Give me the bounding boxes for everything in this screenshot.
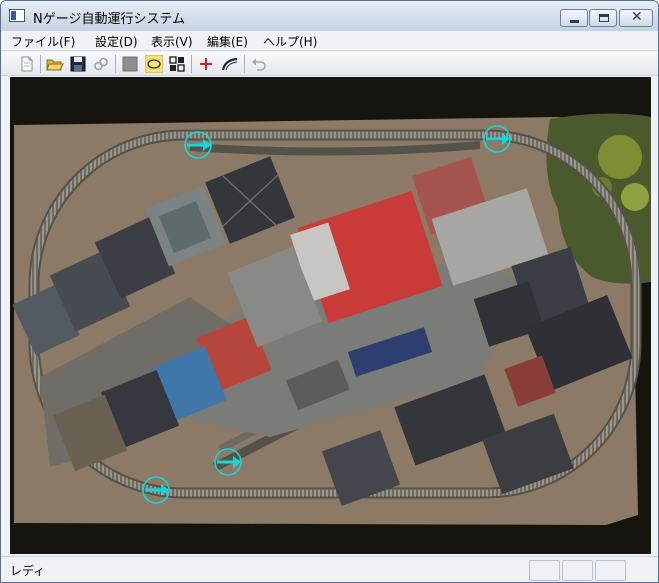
undo-icon[interactable] [250,55,268,73]
close-button[interactable]: ✕ [619,9,653,27]
oval-track-icon[interactable] [145,55,163,73]
status-pane [529,560,560,581]
toolbar-separator [115,55,116,73]
layout-canvas[interactable] [10,77,651,554]
open-folder-icon[interactable] [46,55,64,73]
toolbar-separator [40,55,41,73]
toolbar [1,52,658,76]
menu-settings[interactable]: 設定(D) [95,33,138,50]
menu-edit[interactable]: 編集(E) [207,33,248,50]
maximize-icon [599,14,609,22]
switch-pattern-icon[interactable] [168,55,186,73]
link-icon[interactable] [92,55,110,73]
minimize-icon [570,20,579,23]
gray-block-icon[interactable] [121,55,139,73]
red-cross-icon[interactable] [197,55,215,73]
status-pane [595,560,626,581]
status-bar: レディ [1,556,658,582]
status-text: レディ [10,564,46,578]
app-window: Nゲージ自動運行システム ✕ ファイル(F) 設定(D) 表示(V) 編集(E)… [0,0,659,583]
menu-bar: ファイル(F) 設定(D) 表示(V) 編集(E) ヘルプ(H) [1,31,658,51]
close-icon: ✕ [631,9,643,25]
status-pane [562,560,593,581]
curve-track-icon[interactable] [221,55,239,73]
menu-help[interactable]: ヘルプ(H) [263,33,317,50]
minimize-button[interactable] [560,9,588,27]
toolbar-separator [244,55,245,73]
menu-file[interactable]: ファイル(F) [11,33,75,50]
toolbar-separator [191,55,192,73]
layout-photo [10,77,651,554]
app-icon[interactable] [9,9,25,22]
new-document-icon[interactable] [18,55,36,73]
menu-view[interactable]: 表示(V) [151,33,193,50]
window-title: Nゲージ自動運行システム [33,12,186,27]
save-disk-icon[interactable] [69,55,87,73]
title-bar[interactable]: Nゲージ自動運行システム ✕ [1,1,658,31]
maximize-button[interactable] [589,9,617,27]
